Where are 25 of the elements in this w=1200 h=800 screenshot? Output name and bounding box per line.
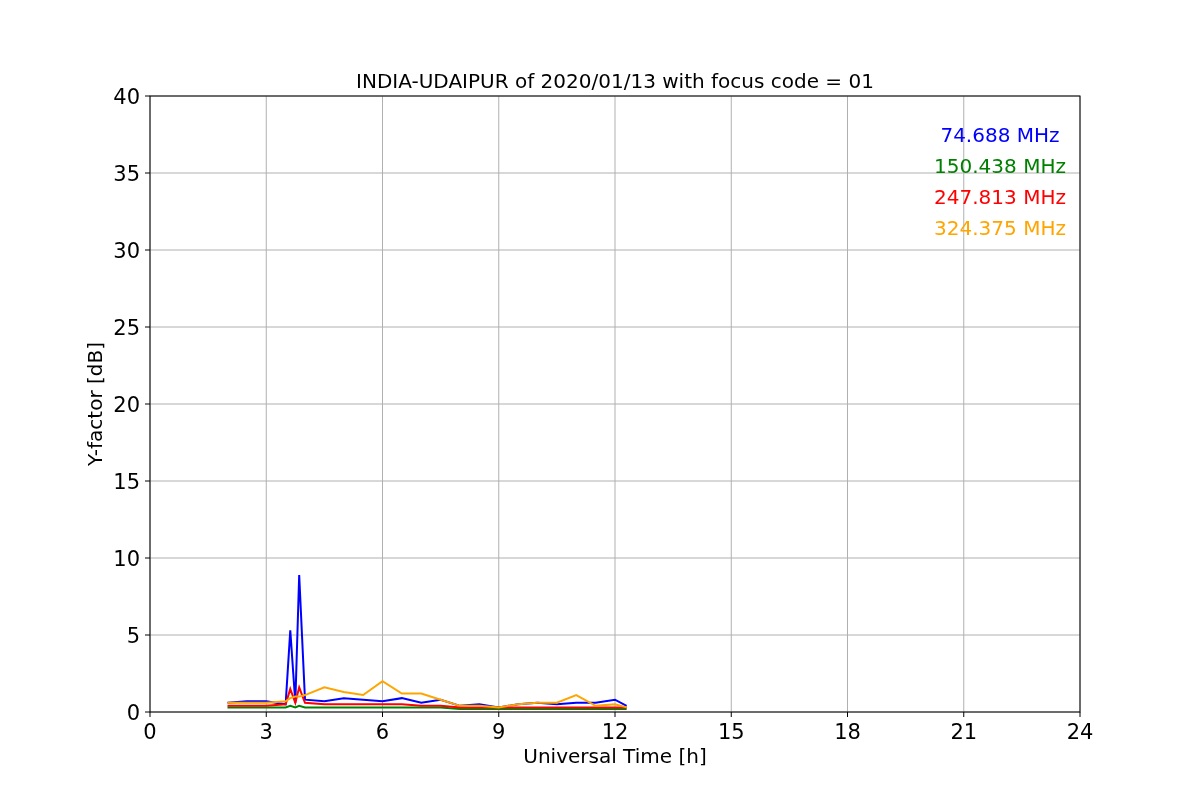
x-tick-label: 9 <box>492 720 506 744</box>
legend-entry: 74.688 MHz <box>940 123 1060 147</box>
x-tick-label: 3 <box>259 720 273 744</box>
x-tick-label: 0 <box>143 720 157 744</box>
y-tick-label: 0 <box>126 701 140 725</box>
x-tick-label: 15 <box>717 720 745 744</box>
y-tick-label: 35 <box>113 162 140 186</box>
x-tick-label: 12 <box>601 720 629 744</box>
x-tick-label: 18 <box>834 720 861 744</box>
legend-entry: 247.813 MHz <box>934 185 1066 209</box>
x-tick-label: 6 <box>375 720 390 744</box>
legend-entry: 324.375 MHz <box>934 216 1066 240</box>
y-tick-label: 25 <box>113 316 140 340</box>
y-axis-label: Y-factor [dB] <box>83 342 107 466</box>
legend-entry: 150.438 MHz <box>934 154 1066 178</box>
y-tick-label: 30 <box>113 239 140 263</box>
y-tick-label: 15 <box>113 470 140 494</box>
chart-title: INDIA-UDAIPUR of 2020/01/13 with focus code = 01 <box>356 69 874 93</box>
y-tick-label: 40 <box>113 85 140 109</box>
y-tick-label: 10 <box>113 547 140 571</box>
x-tick-label: 24 <box>1066 720 1094 744</box>
y-tick-label: 20 <box>113 393 140 417</box>
x-axis-label: Universal Time [h] <box>523 744 707 768</box>
y-tick-label: 5 <box>126 624 140 648</box>
x-tick-label: 21 <box>950 720 978 744</box>
